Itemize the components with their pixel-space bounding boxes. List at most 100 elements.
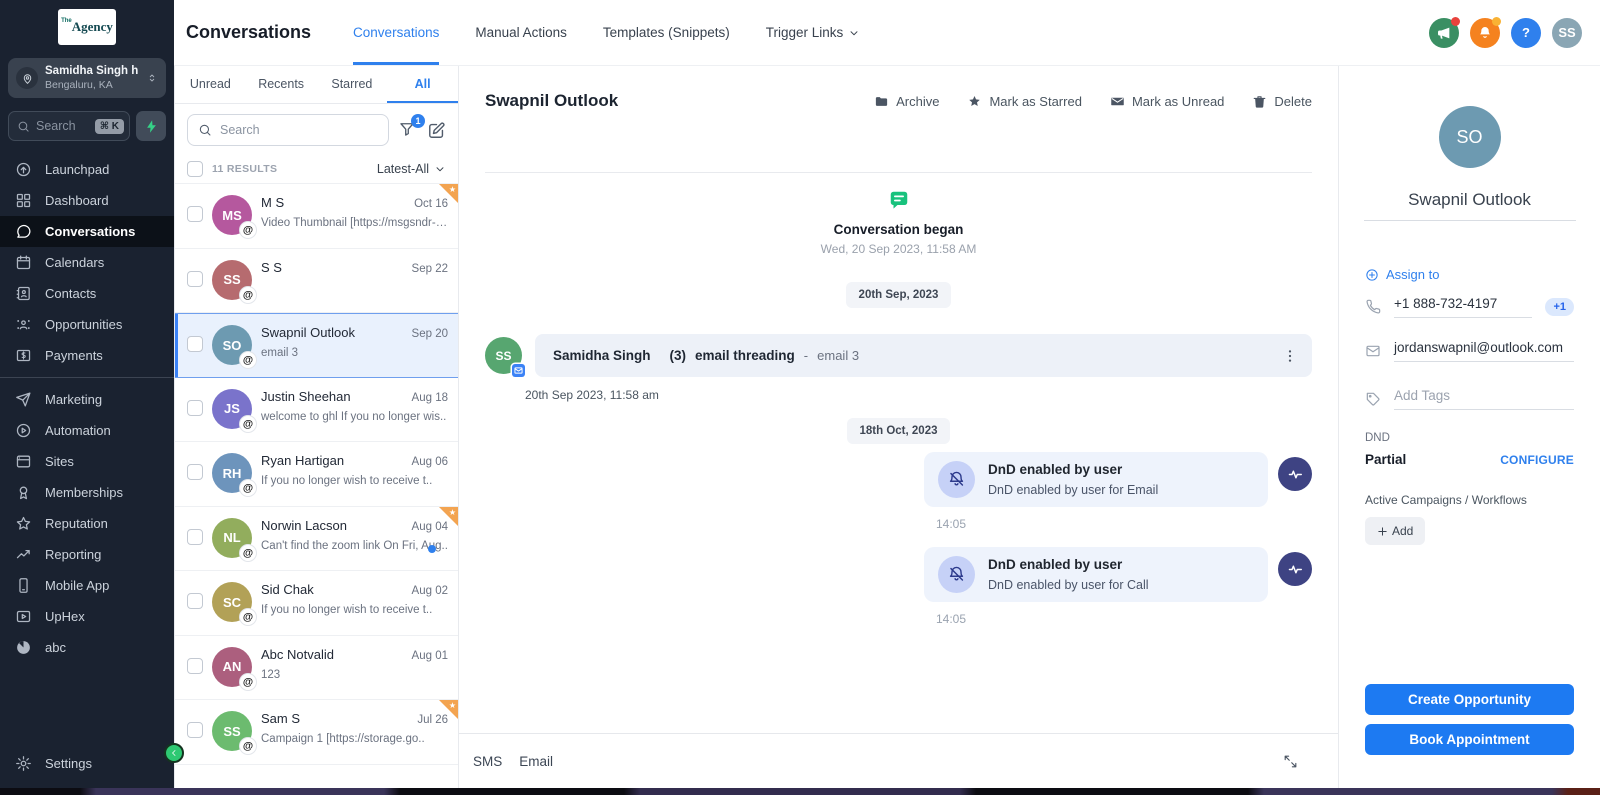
create-opportunity-button[interactable]: Create Opportunity: [1365, 684, 1574, 715]
user-avatar-button[interactable]: SS: [1552, 18, 1582, 48]
conversation-checkbox[interactable]: [187, 464, 203, 480]
trash-icon: [1252, 94, 1267, 109]
email-summary-bar[interactable]: Samidha Singh (3) email threading - emai…: [535, 334, 1312, 377]
announcements-button[interactable]: [1429, 18, 1459, 48]
book-appointment-button[interactable]: Book Appointment: [1365, 724, 1574, 755]
sidebar-item-calendars[interactable]: Calendars: [0, 247, 174, 278]
filter-button[interactable]: 1: [398, 120, 418, 140]
delete-button[interactable]: Delete: [1252, 94, 1312, 109]
conversation-row-ryan-hartigan[interactable]: RH@Ryan HartiganAug 06If you no longer w…: [175, 442, 458, 507]
conversation-row-norwin-lacson[interactable]: NL@Norwin LacsonAug 04Can't find the zoo…: [175, 507, 458, 572]
conversation-row-justin-sheehan[interactable]: JS@Justin SheehanAug 18welcome to ghl If…: [175, 378, 458, 443]
sidebar-item-contacts[interactable]: Contacts: [0, 278, 174, 309]
contact-name-field[interactable]: Swapnil Outlook: [1364, 190, 1576, 221]
corner-star-icon: ★: [449, 508, 456, 517]
add-tags-input[interactable]: Add Tags: [1394, 388, 1574, 410]
conversation-row-sid-chak[interactable]: SC@Sid ChakAug 02If you no longer wish t…: [175, 571, 458, 636]
composer-tab-sms[interactable]: SMS: [473, 754, 502, 769]
sort-dropdown[interactable]: Latest-All: [377, 162, 446, 176]
bell-slash-icon: [947, 565, 966, 584]
conversation-checkbox[interactable]: [187, 593, 203, 609]
list-tab-recents[interactable]: Recents: [246, 66, 317, 103]
activity-button[interactable]: [1278, 552, 1312, 586]
sidebar-item-uphex[interactable]: UpHex: [0, 601, 174, 632]
sidebar-search-input[interactable]: Search ⌘ K: [8, 111, 130, 141]
dnd-configure-link[interactable]: CONFIGURE: [1500, 453, 1574, 467]
additional-phone-badge[interactable]: +1: [1545, 298, 1574, 316]
account-switcher[interactable]: Samidha Singh highl... Bengaluru, KA: [8, 58, 166, 98]
sidebar-item-sites[interactable]: Sites: [0, 446, 174, 477]
conversation-row-swapnil-outlook[interactable]: SO@Swapnil OutlookSep 20email 3: [175, 313, 458, 378]
quick-actions-button[interactable]: [136, 111, 166, 141]
conversation-row-sam-s[interactable]: SS@Sam SJul 26Campaign 1 [https://storag…: [175, 700, 458, 765]
mark-as-unread-button[interactable]: Mark as Unread: [1110, 94, 1224, 109]
phone-icon: [1365, 299, 1381, 315]
sidebar-item-reporting[interactable]: Reporting: [0, 539, 174, 570]
sidebar-item-abc[interactable]: abc: [0, 632, 174, 663]
thread-body: Conversation began Wed, 20 Sep 2023, 11:…: [459, 136, 1338, 733]
dnd-value: Partial: [1365, 452, 1406, 467]
dnd-event-card: DnD enabled by userDnD enabled by user f…: [924, 452, 1268, 507]
expand-composer-button[interactable]: [1283, 754, 1298, 769]
conversation-row-abc-notvalid[interactable]: AN@Abc NotvalidAug 01123: [175, 636, 458, 701]
list-tab-starred[interactable]: Starred: [317, 66, 388, 103]
sidebar-item-label: Conversations: [45, 224, 135, 239]
conversation-snippet: If you no longer wish to receive t..: [261, 604, 448, 616]
tab-trigger-links[interactable]: Trigger Links: [766, 0, 861, 65]
email-message-row[interactable]: SS Samidha Singh (3) email threading - e…: [485, 334, 1312, 377]
contact-email-field[interactable]: jordanswapnil@outlook.com: [1394, 340, 1574, 362]
conversation-checkbox[interactable]: [187, 529, 203, 545]
conversation-checkbox[interactable]: [187, 658, 203, 674]
sidebar-item-settings[interactable]: Settings: [0, 748, 174, 779]
composer-tabs: SMS Email: [473, 754, 553, 769]
chevron-left-icon: [169, 748, 179, 758]
archive-button[interactable]: Archive: [874, 94, 939, 109]
sidebar-item-conversations[interactable]: Conversations: [0, 216, 174, 247]
dnd-label: DND: [1365, 432, 1600, 444]
account-info: Samidha Singh highl... Bengaluru, KA: [45, 65, 139, 91]
sidebar-item-reputation[interactable]: Reputation: [0, 508, 174, 539]
sidebar-collapse-button[interactable]: [164, 743, 184, 763]
contact-phone-field[interactable]: +1 888-732-4197: [1394, 296, 1532, 318]
select-all-checkbox[interactable]: [187, 161, 203, 177]
conversation-list: MS@M SOct 16Video Thumbnail [https://msg…: [175, 184, 458, 788]
notifications-button[interactable]: [1470, 18, 1500, 48]
sidebar-item-mobile-app[interactable]: Mobile App: [0, 570, 174, 601]
email-menu-button[interactable]: [1282, 348, 1298, 364]
list-tab-all[interactable]: All: [387, 66, 458, 103]
conversation-checkbox[interactable]: [187, 400, 203, 416]
compose-button[interactable]: [427, 121, 446, 140]
conversation-row-m-s[interactable]: MS@M SOct 16Video Thumbnail [https://msg…: [175, 184, 458, 249]
event-title: DnD enabled by user: [988, 462, 1158, 477]
activity-button[interactable]: [1278, 457, 1312, 491]
tab-templates-snippets[interactable]: Templates (Snippets): [603, 0, 730, 65]
composer-tab-email[interactable]: Email: [519, 754, 553, 769]
tab-manual-actions[interactable]: Manual Actions: [475, 0, 567, 65]
sidebar-item-marketing[interactable]: Marketing: [0, 384, 174, 415]
sidebar-item-launchpad[interactable]: Launchpad: [0, 154, 174, 185]
conversation-checkbox[interactable]: [187, 722, 203, 738]
conversation-checkbox[interactable]: [187, 271, 203, 287]
conversation-search-placeholder: Search: [220, 123, 260, 137]
sidebar-item-dashboard[interactable]: Dashboard: [0, 185, 174, 216]
tab-conversations[interactable]: Conversations: [353, 0, 439, 65]
conversation-checkbox[interactable]: [187, 336, 203, 352]
sidebar: TheAgency Samidha Singh highl... Bengalu…: [0, 0, 174, 795]
conversation-row-s-s[interactable]: SS@S SSep 22: [175, 249, 458, 314]
sidebar-item-memberships[interactable]: Memberships: [0, 477, 174, 508]
conversation-name: Ryan Hartigan: [261, 453, 406, 468]
conversation-search-input[interactable]: Search: [187, 114, 389, 146]
sidebar-item-payments[interactable]: Payments: [0, 340, 174, 371]
help-button[interactable]: ?: [1511, 18, 1541, 48]
conversations-icon: [15, 223, 32, 240]
sidebar-item-label: Reputation: [45, 516, 108, 531]
sidebar-item-automation[interactable]: Automation: [0, 415, 174, 446]
conversation-checkbox[interactable]: [187, 206, 203, 222]
notification-dot: [1492, 17, 1501, 26]
sidebar-item-opportunities[interactable]: Opportunities: [0, 309, 174, 340]
add-campaign-button[interactable]: Add: [1365, 517, 1425, 545]
mark-as-starred-button[interactable]: Mark as Starred: [967, 94, 1081, 109]
pulse-icon: [1287, 466, 1304, 483]
assign-to-button[interactable]: Assign to: [1365, 267, 1600, 282]
list-tab-unread[interactable]: Unread: [175, 66, 246, 103]
